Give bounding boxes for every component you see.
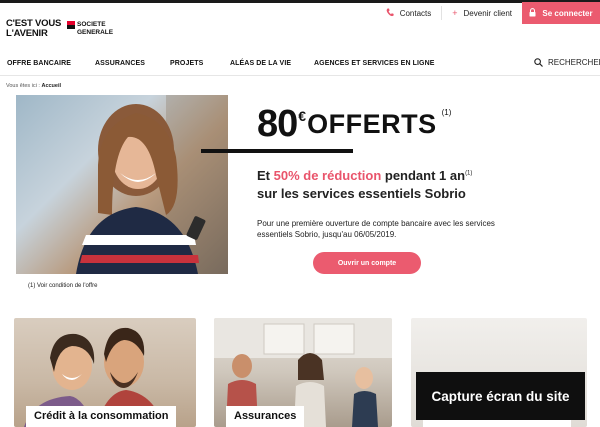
logo-slogan: C'EST VOUS L'AVENIR (6, 19, 66, 39)
discount-suffix: pendant 1 an (381, 168, 466, 183)
nav-item-projets[interactable]: PROJETS (170, 60, 203, 67)
open-account-button[interactable]: Ouvrir un compte (313, 252, 421, 274)
discount-highlight: 50% de réduction (273, 168, 382, 183)
societe-generale-logo: SOCIETE GENERALE (67, 21, 123, 38)
brand-line-1: SOCIETE (77, 21, 106, 28)
decorative-bar (201, 149, 353, 153)
contacts-label: Contacts (399, 8, 432, 18)
search-icon (534, 58, 543, 67)
breadcrumb-prefix: Vous êtes ici : (6, 83, 40, 89)
discount-prefix: Et (257, 168, 274, 183)
card-assurances[interactable]: Assurances (214, 318, 392, 427)
offer-description: Pour une première ouverture de compte ba… (257, 219, 495, 239)
brand-line-2: GENERALE (77, 28, 114, 36)
breadcrumb-current[interactable]: Accueil (41, 83, 61, 89)
main-nav: OFFRE BANCAIRE ASSURANCES PROJETS ALÉAS … (0, 56, 600, 76)
become-client-link[interactable]: + Devenir client (442, 2, 522, 24)
card-credit-consommation[interactable]: Crédit à la consommation (14, 318, 196, 427)
login-button[interactable]: Se connecter (522, 2, 600, 24)
offer-word: OFFERTS (307, 109, 437, 139)
login-label: Se connecter (542, 8, 593, 18)
phone-icon (386, 8, 394, 19)
search-button[interactable]: RECHERCHER (534, 58, 600, 67)
nav-item-offre-bancaire[interactable]: OFFRE BANCAIRE (7, 60, 71, 67)
breadcrumb: Vous êtes ici : Accueil (6, 83, 61, 89)
logo[interactable]: C'EST VOUS L'AVENIR SOCIETE GENERALE (6, 19, 126, 41)
logo-black-square (67, 25, 75, 29)
offer-note: (1) (441, 108, 452, 117)
discount-note: (1) (465, 170, 473, 177)
screenshot-caption: Capture écran du site (416, 372, 585, 420)
become-client-label: Devenir client (463, 8, 512, 18)
logo-line-2: L'AVENIR (6, 28, 48, 39)
hero-image (16, 95, 228, 274)
search-label: RECHERCHER (548, 58, 600, 67)
top-actions: Contacts + Devenir client Se connecter (376, 2, 600, 24)
discount-line: Et 50% de réduction pendant 1 an(1) (257, 168, 472, 183)
card-label: Crédit à la consommation (26, 406, 177, 427)
nav-item-agences[interactable]: AGENCES ET SERVICES EN LIGNE (314, 60, 435, 67)
offer-conditions-link[interactable]: (1) Voir condition de l'offre (28, 283, 97, 289)
nav-item-assurances[interactable]: ASSURANCES (95, 60, 145, 67)
nav-item-aleas-de-la-vie[interactable]: ALÉAS DE LA VIE (230, 60, 291, 67)
offer-currency: € (298, 108, 307, 124)
lock-icon (529, 7, 536, 19)
card-label: Assurances (226, 406, 305, 427)
discount-subline: sur les services essentiels Sobrio (257, 186, 466, 201)
offer-headline: 80 € OFFERTS (1) (257, 104, 451, 144)
contacts-link[interactable]: Contacts (376, 2, 442, 24)
offer-amount: 80 (257, 103, 298, 145)
brand-name: SOCIETE GENERALE (77, 21, 113, 36)
plus-icon: + (452, 8, 458, 18)
